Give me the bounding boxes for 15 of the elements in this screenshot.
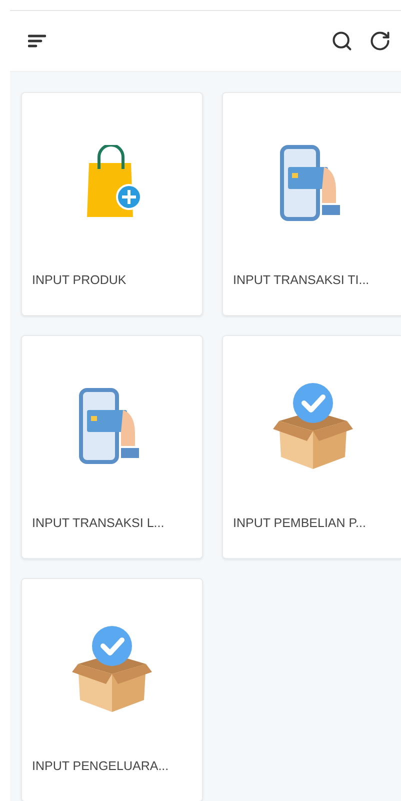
card-label: INPUT TRANSAKSI TI... — [232, 273, 370, 287]
menu-icon[interactable] — [28, 34, 46, 48]
menu-card[interactable]: INPUT TRANSAKSI L... — [21, 335, 203, 559]
card-label: INPUT TRANSAKSI L... — [31, 516, 164, 530]
search-button[interactable] — [331, 30, 353, 52]
box-check-icon — [273, 381, 353, 471]
card-label: INPUT PRODUK — [31, 273, 126, 287]
menu-card[interactable]: INPUT PRODUK — [21, 92, 203, 316]
refresh-button[interactable] — [369, 30, 391, 52]
box-check-icon — [72, 624, 152, 714]
menu-card[interactable]: INPUT PEMBELIAN P... — [222, 335, 401, 559]
card-label: INPUT PEMBELIAN P... — [232, 516, 366, 530]
menu-card[interactable]: INPUT PENGELUARA... — [21, 578, 203, 801]
menu-card[interactable]: INPUT TRANSAKSI TI... — [222, 92, 401, 316]
card-label: INPUT PENGELUARA... — [31, 759, 169, 773]
